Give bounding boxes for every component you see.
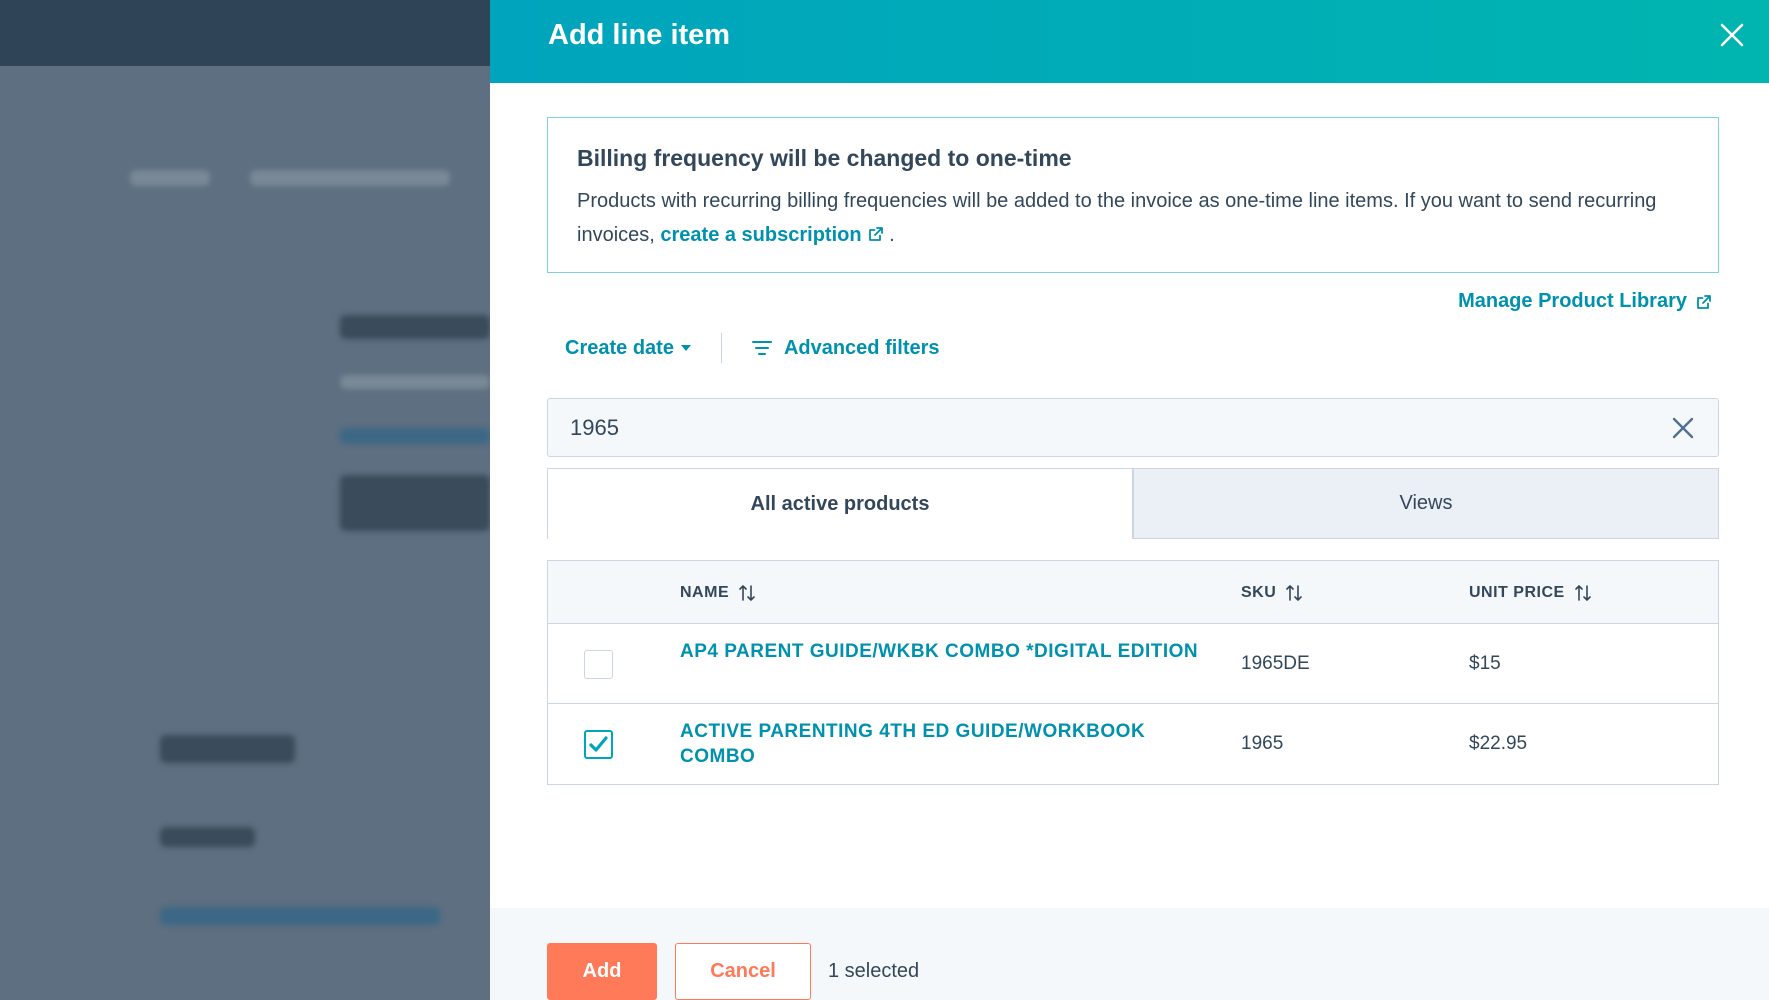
advanced-filters-button[interactable]: Advanced filters: [751, 336, 940, 360]
advanced-filters-label: Advanced filters: [783, 336, 940, 359]
tab-views[interactable]: Views: [1133, 468, 1719, 539]
background-blur: [130, 170, 210, 186]
create-date-label: Create date: [565, 336, 674, 359]
search-input[interactable]: [570, 399, 1650, 456]
product-unit-price: $15: [1469, 653, 1501, 674]
create-subscription-link[interactable]: create a subscription: [660, 224, 883, 246]
background-blur: [160, 907, 440, 925]
product-name-link[interactable]: ACTIVE PARENTING 4TH ED GUIDE/WORKBOOK C…: [680, 719, 1200, 769]
table-row: AP4 PARENT GUIDE/WKBK COMBO *DIGITAL EDI…: [548, 624, 1718, 704]
row-checkbox[interactable]: [584, 730, 613, 759]
column-header-label: NAME: [680, 583, 730, 601]
sort-icon: [1286, 584, 1303, 601]
product-sku: 1965DE: [1241, 653, 1310, 674]
filter-icon: [751, 341, 772, 355]
alert-body: Products with recurring billing frequenc…: [577, 184, 1687, 252]
caret-down-icon: [680, 345, 691, 351]
sort-icon: [1574, 584, 1591, 601]
column-header-unit-price[interactable]: UNIT PRICE: [1469, 561, 1591, 624]
alert-title: Billing frequency will be changed to one…: [577, 145, 1072, 171]
product-unit-price: $22.95: [1469, 733, 1528, 754]
product-tabs: All active products Views: [547, 468, 1719, 539]
background-blur: [340, 475, 490, 531]
column-header-label: UNIT PRICE: [1469, 583, 1565, 601]
background-blur: [160, 735, 295, 763]
billing-alert: Billing frequency will be changed to one…: [547, 117, 1719, 273]
products-table: NAME SKU UNIT PRICE AP4 PARENT GUIDE/WKB…: [547, 560, 1719, 785]
background-blur: [340, 428, 490, 444]
panel-title: Add line item: [548, 19, 731, 51]
add-line-item-panel: Add line item Billing frequency will be …: [490, 0, 1769, 1000]
alert-body-suffix: .: [889, 224, 895, 246]
background-blur: [250, 170, 450, 186]
background-blur: [340, 315, 490, 339]
clear-search-icon[interactable]: [1670, 415, 1696, 441]
tab-all-active-products[interactable]: All active products: [547, 468, 1133, 539]
background-blur: [160, 827, 255, 847]
create-date-filter[interactable]: Create date: [565, 337, 691, 360]
manage-product-library-label: Manage Product Library: [1458, 290, 1687, 312]
background-blur: [340, 375, 490, 389]
filter-divider: [720, 333, 722, 363]
column-header-name[interactable]: NAME: [680, 561, 755, 624]
table-row: ACTIVE PARENTING 4TH ED GUIDE/WORKBOOK C…: [548, 704, 1718, 784]
checkmark-icon: [589, 736, 608, 752]
product-name-link[interactable]: AP4 PARENT GUIDE/WKBK COMBO *DIGITAL EDI…: [680, 639, 1200, 664]
external-link-icon: [1697, 294, 1711, 309]
manage-product-library-link[interactable]: Manage Product Library: [1458, 290, 1712, 313]
selected-count: 1 selected: [828, 960, 920, 982]
filter-bar: Create date Advanced filters: [565, 332, 940, 364]
background-topbar: [0, 0, 490, 66]
add-button[interactable]: Add: [547, 943, 657, 1000]
close-icon[interactable]: [1715, 18, 1749, 52]
create-subscription-link-label: create a subscription: [660, 224, 862, 246]
row-checkbox[interactable]: [584, 650, 613, 679]
product-sku: 1965: [1241, 733, 1284, 754]
column-header-label: SKU: [1241, 583, 1277, 601]
table-header: NAME SKU UNIT PRICE: [548, 561, 1718, 624]
background-page: [0, 0, 490, 1000]
cancel-button[interactable]: Cancel: [675, 943, 811, 1000]
sort-icon: [739, 584, 755, 601]
column-header-sku[interactable]: SKU: [1241, 561, 1303, 624]
search-box: [547, 398, 1719, 457]
panel-header: Add line item: [490, 0, 1769, 83]
panel-footer: Add Cancel 1 selected: [490, 908, 1769, 1000]
external-link-icon: [868, 227, 883, 241]
